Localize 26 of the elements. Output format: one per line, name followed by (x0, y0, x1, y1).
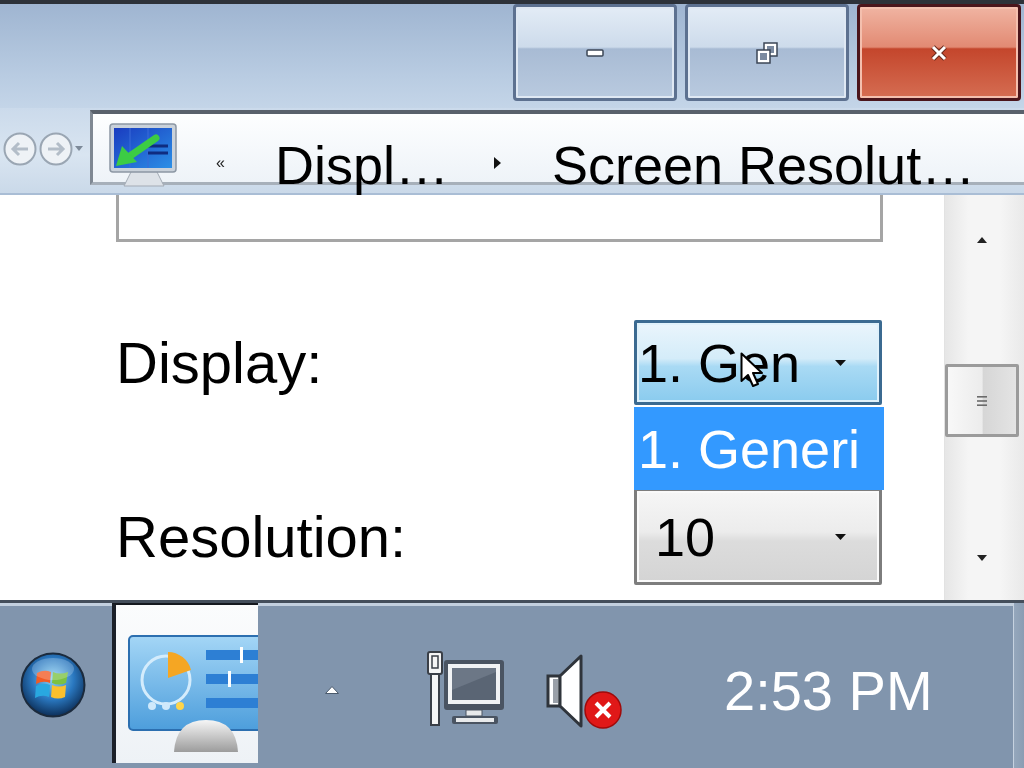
start-orb-icon[interactable] (20, 652, 86, 718)
dropdown[interactable]: 10 (634, 488, 882, 585)
restore-button[interactable] (685, 4, 849, 101)
grip-icon (977, 394, 987, 407)
caret-down-icon[interactable] (75, 146, 83, 152)
caret-down-icon (835, 533, 846, 540)
network-icon[interactable] (426, 650, 506, 726)
close-icon (930, 44, 948, 61)
caret-up-icon[interactable] (325, 686, 339, 694)
caret-right-icon[interactable] (493, 157, 501, 169)
field-label: Display: (116, 329, 324, 396)
minimize-button[interactable] (513, 4, 677, 101)
minimize-icon (586, 48, 604, 57)
scrollbar[interactable] (944, 195, 1024, 600)
restore-icon (756, 41, 778, 64)
caret-down-icon (977, 554, 987, 561)
close-button[interactable] (857, 4, 1021, 101)
breadcrumb-overflow[interactable]: « (216, 154, 225, 172)
monitor-arrow-icon (108, 122, 180, 188)
caret-down-icon (835, 359, 846, 366)
caret-up-icon (977, 237, 987, 243)
breadcrumb-link[interactable]: Screen Resolut… (551, 135, 976, 195)
field-label: Resolution: (116, 503, 408, 570)
taskbar-app-button[interactable] (112, 603, 258, 763)
breadcrumb-link[interactable]: Displ… (274, 135, 449, 195)
scrollbar-thumb[interactable] (945, 364, 1019, 437)
